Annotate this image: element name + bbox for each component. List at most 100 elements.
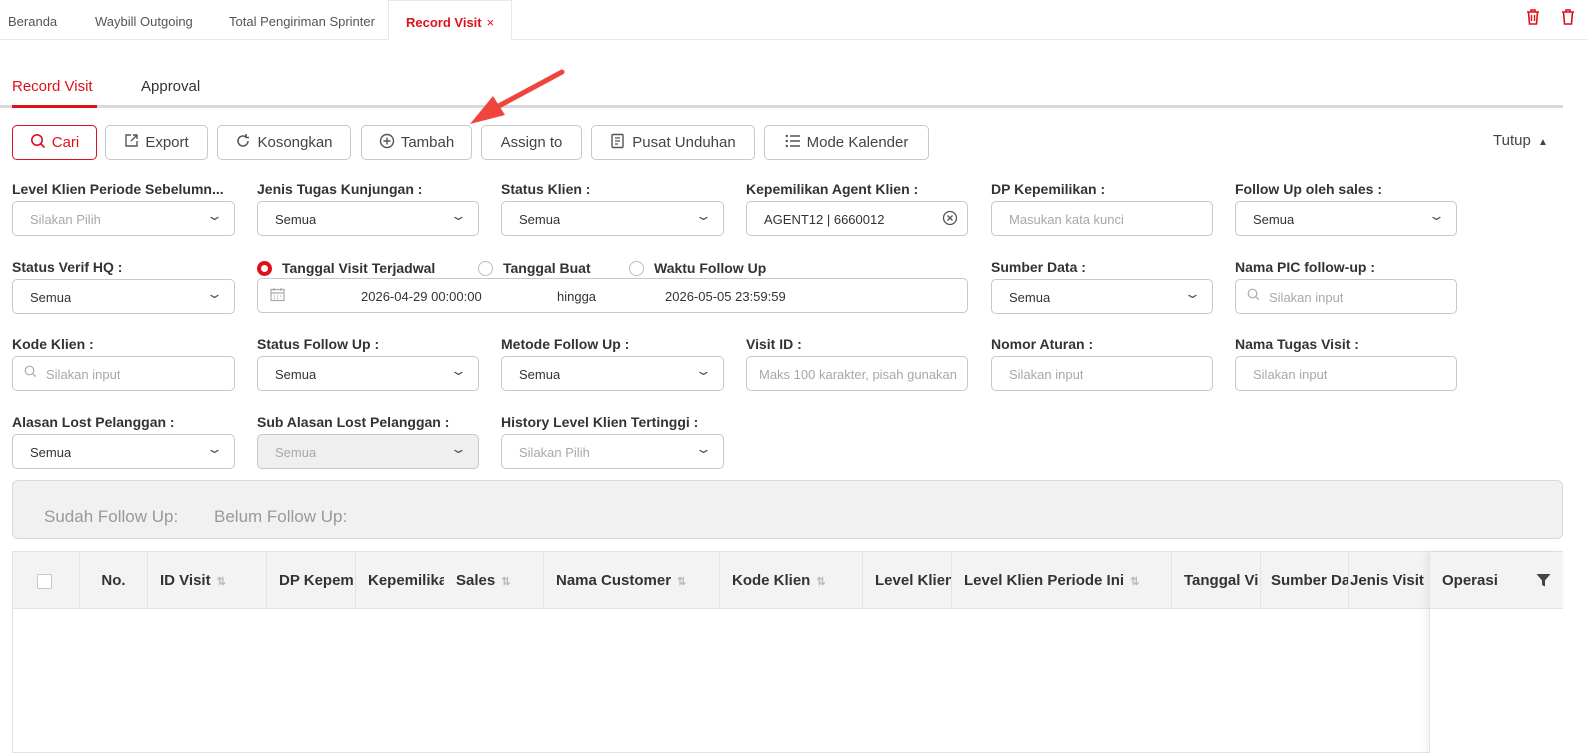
column-client-code[interactable]: Kode Klien ⇅ xyxy=(719,552,862,609)
tab-total-pengiriman-sprinter[interactable]: Total Pengiriman Sprinter xyxy=(229,0,375,40)
column-id-visit[interactable]: ID Visit ⇅ xyxy=(147,552,266,609)
radio-dot xyxy=(629,260,644,276)
sort-icon[interactable]: ⇅ xyxy=(677,576,686,588)
rule-no-label: Nomor Aturan : xyxy=(991,336,1094,352)
date-end[interactable]: 2026-05-05 23:59:59 xyxy=(665,289,786,304)
chevron-down-icon: ⌄ xyxy=(205,441,224,456)
clear-button[interactable]: Kosongkan xyxy=(217,125,351,160)
select-all-checkbox[interactable] xyxy=(37,574,52,589)
column-client-level: Level Klien xyxy=(862,552,951,609)
column-dp-owner: DP Kepem xyxy=(266,552,355,609)
operation-label: Operasi xyxy=(1442,572,1498,589)
data-source-value: Semua xyxy=(1009,290,1051,305)
subtab-record-visit[interactable]: Record Visit xyxy=(12,78,93,95)
calendar-mode-button[interactable]: Mode Kalender xyxy=(764,125,929,160)
follow-sales-value: Semua xyxy=(1253,212,1295,227)
client-code-input[interactable]: Silakan input xyxy=(12,356,235,391)
search-button[interactable]: Cari xyxy=(12,125,97,160)
chevron-down-icon: ⌄ xyxy=(205,286,224,301)
chevron-down-icon: ⌄ xyxy=(694,363,713,378)
clear-circle-icon[interactable] xyxy=(942,210,958,229)
close-icon[interactable]: × xyxy=(487,15,495,30)
pic-name-input[interactable]: Silakan input xyxy=(1235,279,1457,314)
lost-reason-select[interactable]: Semua ⌄ xyxy=(12,434,235,469)
level-prev-select[interactable]: Silakan Pilih ⌄ xyxy=(12,201,235,236)
visit-type-label: Jenis Tugas Kunjungan : xyxy=(257,181,423,197)
column-sales[interactable]: Sales ⇅ xyxy=(444,552,543,609)
agent-owner-field[interactable]: AGENT12 | 6660012 xyxy=(746,201,968,236)
column-client-level-current[interactable]: Level Klien Periode Ini ⇅ xyxy=(951,552,1171,609)
operation-header: Operasi xyxy=(1430,552,1563,609)
chevron-down-icon: ⌄ xyxy=(1183,286,1202,301)
rule-no-input[interactable]: Silakan input xyxy=(991,356,1213,391)
dp-owner-placeholder: Masukan kata kunci xyxy=(1009,212,1124,227)
trash-all-icon[interactable] xyxy=(1560,8,1576,31)
annotation-arrow xyxy=(470,69,565,124)
sort-icon[interactable]: ⇅ xyxy=(816,576,825,588)
client-status-label: Status Klien : xyxy=(501,181,591,197)
agent-owner-label: Kepemilikan Agent Klien : xyxy=(746,181,919,197)
assign-to-button[interactable]: Assign to xyxy=(481,125,582,160)
download-center-button[interactable]: Pusat Unduhan xyxy=(591,125,755,160)
trash-icon[interactable] xyxy=(1525,8,1541,31)
follow-sales-label: Follow Up oleh sales : xyxy=(1235,181,1383,197)
tab-waybill-outgoing[interactable]: Waybill Outgoing xyxy=(95,0,193,40)
list-icon xyxy=(785,133,801,153)
verif-hq-select[interactable]: Semua ⌄ xyxy=(12,279,235,314)
dp-owner-input[interactable]: Masukan kata kunci xyxy=(991,201,1213,236)
date-start[interactable]: 2026-04-29 00:00:00 xyxy=(361,289,482,304)
filter-icon[interactable] xyxy=(1536,552,1551,609)
radio-dot-selected xyxy=(257,260,272,276)
radio-scheduled-visit-label: Tanggal Visit Terjadwal xyxy=(282,260,436,276)
column-visit-type: Jenis Visit xyxy=(1348,552,1430,609)
follow-sales-select[interactable]: Semua ⌄ xyxy=(1235,201,1457,236)
client-status-select[interactable]: Semua ⌄ xyxy=(501,201,724,236)
radio-created-label: Tanggal Buat xyxy=(503,260,591,276)
column-no: No. xyxy=(79,552,147,609)
data-source-select[interactable]: Semua ⌄ xyxy=(991,279,1213,314)
chevron-down-icon: ⌄ xyxy=(1427,208,1446,223)
column-customer-name[interactable]: Nama Customer ⇅ xyxy=(543,552,719,609)
search-button-label: Cari xyxy=(51,134,80,151)
sub-tab-bar: Record Visit Approval xyxy=(0,72,1563,108)
download-center-button-label: Pusat Unduhan xyxy=(632,134,736,151)
sort-icon[interactable]: ⇅ xyxy=(217,576,226,588)
collapse-toggle[interactable]: Tutup ▲ xyxy=(1493,132,1548,149)
radio-scheduled-visit-date[interactable]: Tanggal Visit Terjadwal xyxy=(257,260,435,276)
follow-method-label: Metode Follow Up : xyxy=(501,336,630,352)
refresh-icon xyxy=(235,133,251,153)
calendar-mode-button-label: Mode Kalender xyxy=(806,134,909,151)
radio-dot xyxy=(478,260,493,276)
column-sales-label: Sales xyxy=(456,572,496,589)
client-code-placeholder: Silakan input xyxy=(46,367,121,382)
radio-follow-up-time[interactable]: Waktu Follow Up xyxy=(629,260,766,276)
export-button[interactable]: Export xyxy=(105,125,208,160)
tab-record-visit[interactable]: Record Visit × xyxy=(388,0,513,40)
visit-id-input[interactable]: Maks 100 karakter, pisah gunakan xyxy=(746,356,968,391)
visit-type-select[interactable]: Semua ⌄ xyxy=(257,201,479,236)
level-history-value: Silakan Pilih xyxy=(519,445,590,460)
follow-method-select[interactable]: Semua ⌄ xyxy=(501,356,724,391)
follow-up-summary: Sudah Follow Up: Belum Follow Up: xyxy=(12,480,1563,539)
sort-icon[interactable]: ⇅ xyxy=(501,576,510,588)
lost-sub-value: Semua xyxy=(275,445,317,460)
sort-icon[interactable]: ⇅ xyxy=(1130,576,1139,588)
task-name-label: Nama Tugas Visit : xyxy=(1235,336,1359,352)
follow-status-label: Status Follow Up : xyxy=(257,336,380,352)
tab-beranda[interactable]: Beranda xyxy=(8,0,57,40)
verif-hq-label: Status Verif HQ : xyxy=(12,259,123,275)
client-status-value: Semua xyxy=(519,212,561,227)
column-visit-date: Tanggal Vi xyxy=(1171,552,1260,609)
chevron-down-icon: ⌄ xyxy=(694,441,713,456)
task-name-input[interactable]: Silakan input xyxy=(1235,356,1457,391)
subtab-approval[interactable]: Approval xyxy=(141,78,200,95)
level-history-label: History Level Klien Tertinggi : xyxy=(501,414,699,430)
follow-status-select[interactable]: Semua ⌄ xyxy=(257,356,479,391)
radio-created-date[interactable]: Tanggal Buat xyxy=(478,260,591,276)
caret-up-icon: ▲ xyxy=(1537,137,1548,148)
add-button[interactable]: Tambah xyxy=(361,125,472,160)
date-range-picker[interactable]: 2026-04-29 00:00:00 hingga 2026-05-05 23… xyxy=(257,278,968,313)
lost-reason-label: Alasan Lost Pelanggan : xyxy=(12,414,175,430)
level-history-select[interactable]: Silakan Pilih ⌄ xyxy=(501,434,724,469)
chevron-down-icon: ⌄ xyxy=(449,441,468,456)
